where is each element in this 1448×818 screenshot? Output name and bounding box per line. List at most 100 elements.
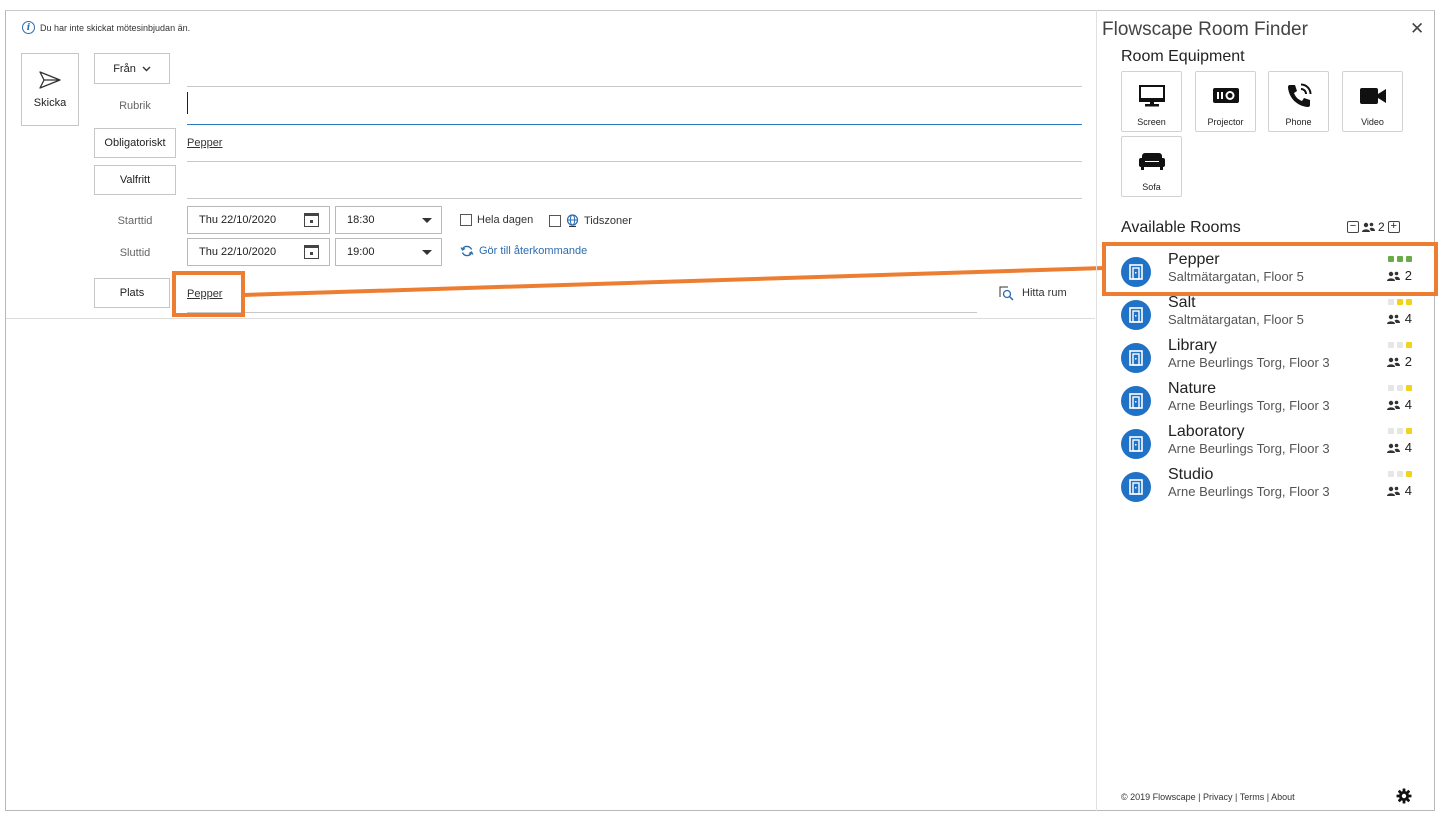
subject-caret [187,92,188,114]
room-door-icon [1121,386,1151,416]
optional-attendees-button[interactable]: Valfritt [94,165,176,195]
timezones-label: Tidszoner [584,215,632,227]
privacy-link[interactable]: Privacy [1203,792,1233,802]
dropdown-arrow-icon [422,218,432,223]
selected-room-highlight [1102,242,1438,296]
location-highlight-box [172,271,245,317]
capacity-filter: − 2 + [1347,220,1400,234]
all-day-label: Hela dagen [477,214,533,226]
equipment-phone[interactable]: Phone [1268,71,1329,132]
room-address: Arne Beurlings Torg, Floor 3 [1168,441,1330,456]
availability-indicator [1388,385,1412,391]
pane-title: Flowscape Room Finder [1102,19,1308,41]
send-button[interactable]: Skicka [21,53,79,126]
location-field-underline [187,312,977,313]
end-label: Sluttid [94,247,176,259]
room-address: Arne Beurlings Torg, Floor 3 [1168,484,1330,499]
required-attendees-button[interactable]: Obligatoriskt [94,128,176,158]
room-capacity-value: 2 [1405,354,1412,369]
subject-input[interactable] [187,124,1082,125]
available-rooms-heading: Available Rooms [1121,219,1241,237]
room-item-salt[interactable]: SaltSaltmätargatan, Floor 54 [1120,294,1416,334]
room-name: Nature [1168,380,1216,398]
increase-capacity-button[interactable]: + [1388,221,1400,233]
start-time-select[interactable]: 18:30 [335,206,442,234]
availability-slot [1397,471,1403,477]
availability-slot [1397,385,1403,391]
from-button[interactable]: Från [94,53,170,84]
chevron-down-icon [142,66,151,72]
room-capacity-value: 4 [1405,397,1412,412]
equipment-sofa[interactable]: Sofa [1121,136,1182,197]
checkbox-box[interactable] [549,215,561,227]
availability-indicator [1388,342,1412,348]
optional-field-underline [187,198,1082,199]
projector-icon [1212,86,1240,106]
people-icon [1387,314,1400,324]
room-item-library[interactable]: LibraryArne Beurlings Torg, Floor 32 [1120,337,1416,377]
required-attendee[interactable]: Pepper [187,137,222,149]
availability-slot [1406,385,1412,391]
globe-icon [566,214,579,227]
start-date-picker[interactable]: Thu 22/10/2020 [187,206,330,234]
room-capacity: 2 [1387,354,1412,369]
copyright-text: © 2019 Flowscape [1121,792,1196,802]
equipment-label: Sofa [1142,182,1161,192]
availability-slot [1406,428,1412,434]
room-name: Studio [1168,466,1213,484]
subject-label: Rubrik [94,100,176,112]
find-room-icon [998,285,1014,301]
terms-link[interactable]: Terms [1240,792,1265,802]
equipment-label: Projector [1207,117,1243,127]
decrease-capacity-button[interactable]: − [1347,221,1359,233]
info-icon: i [22,21,35,34]
equipment-video[interactable]: Video [1342,71,1403,132]
people-icon [1362,222,1375,232]
monitor-icon [1139,85,1165,107]
send-icon [39,71,61,89]
availability-slot [1388,342,1394,348]
recurring-icon [460,245,474,257]
location-button[interactable]: Plats [94,278,170,308]
compose-divider [6,318,1095,319]
end-date-picker[interactable]: Thu 22/10/2020 [187,238,330,266]
phone-icon [1285,82,1313,110]
close-icon[interactable]: ✕ [1410,20,1424,37]
equipment-label: Video [1361,117,1384,127]
capacity-filter-value: 2 [1378,220,1385,234]
find-room-button[interactable]: Hitta rum [998,285,1067,301]
required-field-underline [187,161,1082,162]
room-door-icon [1121,429,1151,459]
about-link[interactable]: About [1271,792,1295,802]
start-time: 18:30 [347,214,375,226]
room-item-studio[interactable]: StudioArne Beurlings Torg, Floor 34 [1120,466,1416,506]
calendar-icon[interactable] [304,245,319,259]
checkbox-box[interactable] [460,214,472,226]
availability-slot [1388,428,1394,434]
availability-slot [1388,385,1394,391]
make-recurring-link[interactable]: Gör till återkommande [460,245,587,257]
all-day-checkbox[interactable]: Hela dagen [460,214,533,226]
equipment-projector[interactable]: Projector [1195,71,1256,132]
availability-slot [1406,342,1412,348]
find-room-label: Hitta rum [1022,287,1067,299]
room-capacity: 4 [1387,440,1412,455]
room-address: Arne Beurlings Torg, Floor 3 [1168,398,1330,413]
equipment-label: Screen [1137,117,1166,127]
equipment-label: Phone [1285,117,1311,127]
people-icon [1387,443,1400,453]
info-bar: i Du har inte skickat mötesinbjudan än. [22,21,190,34]
room-door-icon [1121,472,1151,502]
start-label: Starttid [94,215,176,227]
availability-slot [1397,342,1403,348]
end-time-select[interactable]: 19:00 [335,238,442,266]
gear-icon[interactable] [1396,788,1412,804]
equipment-screen[interactable]: Screen [1121,71,1182,132]
optional-label: Valfritt [120,174,150,186]
timezones-checkbox[interactable]: Tidszoner [549,214,632,227]
room-item-laboratory[interactable]: LaboratoryArne Beurlings Torg, Floor 34 [1120,423,1416,463]
room-item-nature[interactable]: NatureArne Beurlings Torg, Floor 3 4 [1120,380,1416,420]
availability-slot [1397,428,1403,434]
room-address: Arne Beurlings Torg, Floor 3 [1168,355,1330,370]
calendar-icon[interactable] [304,213,319,227]
